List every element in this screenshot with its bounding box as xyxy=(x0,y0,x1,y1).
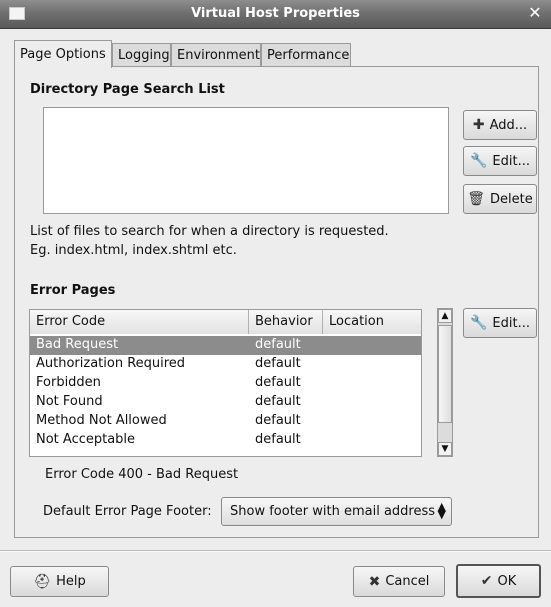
behavior-cell: default xyxy=(255,394,301,409)
column-behavior[interactable]: Behavior xyxy=(249,310,323,334)
error-code-cell: Method Not Allowed xyxy=(36,413,167,428)
x-icon: ✖ xyxy=(368,573,381,590)
table-row[interactable]: Forbidden default xyxy=(30,374,421,393)
edit-directory-button[interactable]: 🔧 Edit... xyxy=(463,146,537,176)
ok-button[interactable]: ✔ OK xyxy=(456,564,541,598)
help-icon: ⛑ xyxy=(33,573,52,590)
cancel-button-label: Cancel xyxy=(385,574,430,589)
table-row[interactable]: Not Acceptable default xyxy=(30,431,421,450)
column-location[interactable]: Location xyxy=(323,310,421,334)
scroll-up-icon[interactable]: ▲ xyxy=(438,309,452,323)
tab-page-options[interactable]: Page Options xyxy=(14,40,112,68)
footer-select[interactable]: Show footer with email address ▲ ▼ xyxy=(221,497,452,526)
behavior-cell: default xyxy=(255,356,301,371)
scroll-down-icon[interactable]: ▼ xyxy=(438,442,452,456)
error-code-cell: Not Acceptable xyxy=(36,432,136,447)
trash-icon: 🗑 xyxy=(467,191,486,207)
table-row[interactable]: Authorization Required default xyxy=(30,355,421,374)
help-button-label: Help xyxy=(56,574,86,589)
ok-button-label: OK xyxy=(497,573,517,589)
table-row[interactable]: Method Not Allowed default xyxy=(30,412,421,431)
behavior-cell: default xyxy=(255,375,301,390)
edit-directory-label: Edit... xyxy=(492,153,530,169)
footer-label: Default Error Page Footer: xyxy=(43,504,212,519)
error-table-scrollbar[interactable]: ▲ ▼ xyxy=(437,308,453,457)
directory-list[interactable] xyxy=(43,107,449,214)
close-icon[interactable]: ✕ xyxy=(526,4,544,22)
behavior-cell: default xyxy=(255,413,301,428)
error-code-cell: Not Found xyxy=(36,394,103,409)
edit-error-button[interactable]: 🔧 Edit... xyxy=(463,308,537,338)
plus-icon: ✚ xyxy=(472,117,485,133)
error-code-cell: Bad Request xyxy=(36,337,119,352)
directory-description-line2: Eg. index.html, index.shtml etc. xyxy=(30,243,237,258)
edit-error-label: Edit... xyxy=(492,315,530,331)
window-title: Virtual Host Properties xyxy=(191,6,360,21)
wrench-icon: 🔧 xyxy=(469,153,488,169)
error-table: Bad Request default Authorization Requir… xyxy=(29,334,422,457)
directory-section-title: Directory Page Search List xyxy=(30,82,225,97)
error-pages-title: Error Pages xyxy=(30,283,116,298)
table-row[interactable]: Bad Request default xyxy=(30,336,421,355)
cancel-button[interactable]: ✖ Cancel xyxy=(353,566,445,597)
behavior-cell: default xyxy=(255,432,301,447)
updown-arrows-icon: ▲ ▼ xyxy=(437,500,446,521)
error-status-text: Error Code 400 - Bad Request xyxy=(45,467,239,482)
directory-description-line1: List of files to search for when a direc… xyxy=(30,224,389,239)
wrench-icon: 🔧 xyxy=(469,315,488,331)
behavior-cell: default xyxy=(255,337,301,352)
add-button[interactable]: ✚ Add... xyxy=(463,110,537,140)
tab-environment[interactable]: Environment xyxy=(171,43,261,67)
tab-performance[interactable]: Performance xyxy=(261,43,351,67)
delete-button[interactable]: 🗑 Delete xyxy=(463,184,537,214)
error-code-cell: Authorization Required xyxy=(36,356,186,371)
help-button[interactable]: ⛑ Help xyxy=(10,566,109,597)
scroll-thumb[interactable] xyxy=(438,325,452,423)
add-button-label: Add... xyxy=(489,117,528,133)
title-bar: Virtual Host Properties ✕ xyxy=(0,0,551,29)
check-icon: ✔ xyxy=(480,573,493,589)
table-row[interactable]: Not Found default xyxy=(30,393,421,412)
separator xyxy=(0,550,551,552)
error-table-header: Error Code Behavior Location xyxy=(29,309,422,335)
delete-button-label: Delete xyxy=(490,191,533,207)
tab-logging[interactable]: Logging xyxy=(112,43,171,67)
column-error-code[interactable]: Error Code xyxy=(30,310,249,334)
error-code-cell: Forbidden xyxy=(36,375,101,390)
footer-select-value: Show footer with email address xyxy=(230,504,436,519)
